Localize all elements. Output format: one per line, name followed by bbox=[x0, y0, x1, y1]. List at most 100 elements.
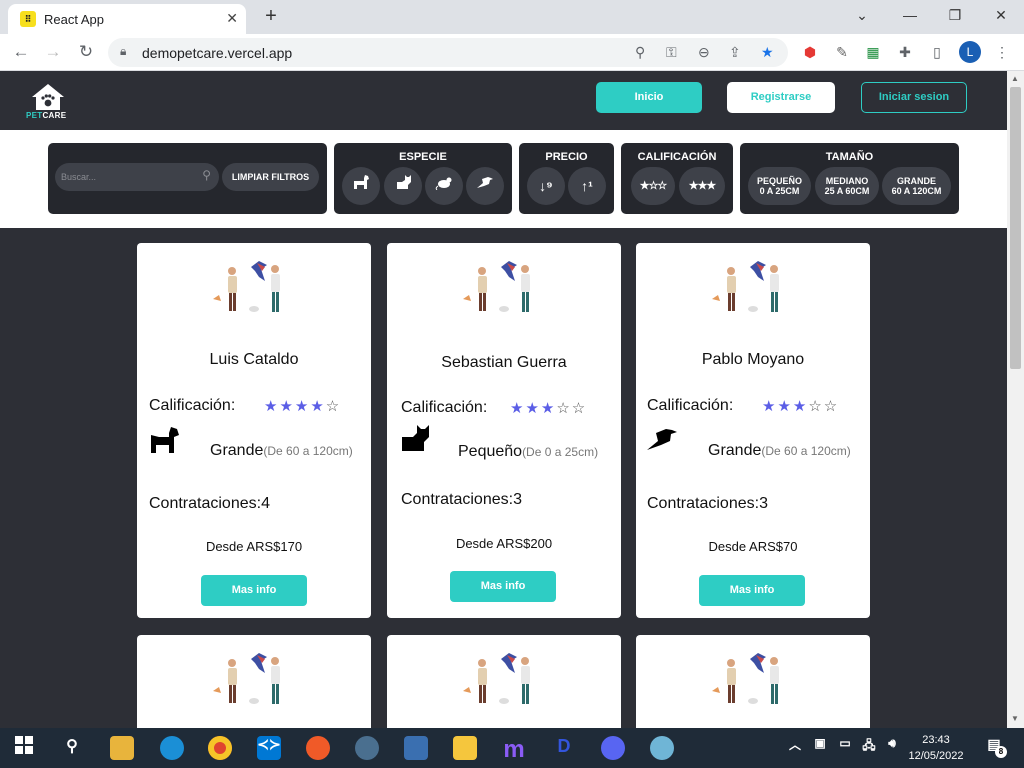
postgresql-icon[interactable] bbox=[355, 736, 379, 760]
scrollbar-thumb[interactable] bbox=[1010, 87, 1021, 369]
rodent-filter-icon[interactable] bbox=[425, 167, 463, 205]
caregiver-card bbox=[636, 635, 870, 728]
caregiver-name: Sebastian Guerra bbox=[441, 354, 567, 371]
cat-icon bbox=[402, 425, 429, 451]
omnibox[interactable]: 🔒︎ demopetcare.vercel.app ⚲ ⚿ ⊖ ⇪ ★ bbox=[108, 38, 788, 67]
more-info-button[interactable]: Mas info bbox=[699, 575, 805, 606]
price-from: Desde ARS$200 bbox=[455, 536, 553, 551]
forward-icon[interactable]: → bbox=[42, 42, 64, 64]
zoom-icon[interactable]: ⊖ bbox=[698, 44, 710, 61]
react-app-favicon-icon: ⠿ bbox=[20, 11, 36, 27]
hire-count: Contrataciones:3 bbox=[647, 495, 768, 512]
tab-search-chevron-icon[interactable]: ⌄ bbox=[842, 4, 882, 28]
edge-icon[interactable] bbox=[160, 736, 184, 760]
size-medium-label: MEDIANO bbox=[825, 176, 869, 186]
dog-icon bbox=[151, 427, 179, 453]
pet-size-range: (De 60 a 120cm) bbox=[761, 444, 851, 458]
sort-ascending-icon[interactable]: ↓⁹ bbox=[527, 167, 565, 205]
rating-label: Calificación: bbox=[149, 397, 236, 414]
inicio-button[interactable]: Inicio bbox=[596, 82, 702, 113]
rating-low-button[interactable]: ★☆☆ bbox=[631, 167, 675, 205]
people-with-pets-illustration bbox=[213, 261, 280, 312]
chrome-icon[interactable] bbox=[208, 736, 232, 760]
site-navbar: PETCARE Inicio Registrarse Iniciar sesio… bbox=[0, 71, 1007, 130]
pet-size: Grande(De 60 a 120cm) bbox=[708, 442, 851, 459]
page-scrollbar[interactable]: ▲ ▼ bbox=[1007, 71, 1024, 728]
back-icon[interactable]: ← bbox=[10, 42, 32, 64]
postman-icon[interactable] bbox=[306, 736, 330, 760]
discord-icon[interactable] bbox=[601, 736, 625, 760]
tab-close-icon[interactable]: ✕ bbox=[226, 10, 238, 27]
tray-chevron-icon[interactable]: ︿ bbox=[783, 736, 807, 760]
price-filter-title: PRECIO bbox=[545, 151, 588, 163]
pet-size-range: (De 60 a 120cm) bbox=[263, 444, 353, 458]
restore-icon[interactable]: ❐ bbox=[935, 4, 975, 28]
browser-tab-strip: ⠿ React App ✕ + ⌄ — ❐ ✕ bbox=[0, 0, 1024, 34]
extensions-puzzle-icon[interactable]: ✚ bbox=[896, 43, 914, 61]
pet-size: Pequeño(De 0 a 25cm) bbox=[458, 443, 599, 460]
side-panel-icon[interactable]: ▯ bbox=[928, 43, 946, 61]
page-viewport: PETCARE Inicio Registrarse Iniciar sesio… bbox=[0, 71, 1007, 728]
vscode-icon[interactable]: ≺≻ bbox=[257, 736, 281, 760]
people-with-pets-illustration bbox=[213, 653, 280, 704]
sort-descending-icon[interactable]: ↑¹ bbox=[568, 167, 606, 205]
bird-filter-icon[interactable] bbox=[466, 167, 504, 205]
notification-center-icon[interactable]: ▤ 8 bbox=[982, 736, 1007, 760]
python-idle-icon[interactable] bbox=[404, 736, 428, 760]
url-text: demopetcare.vercel.app bbox=[142, 45, 293, 61]
reload-icon[interactable]: ↻ bbox=[75, 42, 97, 64]
species-filter-box: ESPECIE bbox=[334, 143, 512, 214]
address-toolbar: ← → ↻ 🔒︎ demopetcare.vercel.app ⚲ ⚿ ⊖ ⇪ … bbox=[0, 34, 1024, 71]
clear-filters-button[interactable]: LIMPIAR FILTROS bbox=[222, 163, 319, 191]
minimize-icon[interactable]: — bbox=[890, 4, 930, 28]
browser-tab[interactable]: ⠿ React App ✕ bbox=[8, 4, 246, 34]
key-icon[interactable]: ⚿ bbox=[666, 44, 677, 61]
rating-high-button[interactable]: ★★★ bbox=[679, 167, 725, 205]
location-icon[interactable]: ⚲ bbox=[635, 44, 645, 61]
scroll-up-icon[interactable]: ▲ bbox=[1011, 74, 1019, 83]
search-input[interactable] bbox=[61, 169, 191, 185]
dog-filter-icon[interactable] bbox=[342, 167, 380, 205]
iniciar-sesion-button[interactable]: Iniciar sesion bbox=[861, 82, 967, 113]
caregiver-name: Luis Cataldo bbox=[209, 351, 299, 368]
pet-size: Grande(De 60 a 120cm) bbox=[210, 442, 353, 459]
scroll-down-icon[interactable]: ▼ bbox=[1011, 714, 1019, 723]
profile-avatar[interactable]: L bbox=[959, 41, 981, 63]
taskbar-search-icon[interactable]: ⚲ bbox=[60, 736, 84, 760]
bookmark-star-icon[interactable]: ★ bbox=[761, 44, 774, 61]
tray-network-icon[interactable]: 🖧︎ bbox=[857, 736, 881, 760]
size-small-button[interactable]: PEQUEÑO 0 A 25CM bbox=[748, 167, 811, 205]
windows-start-icon[interactable] bbox=[12, 736, 36, 760]
cat-filter-icon[interactable] bbox=[384, 167, 422, 205]
extension-stop-icon[interactable]: ⬢ bbox=[801, 43, 819, 61]
search-field[interactable]: ⚲ bbox=[55, 163, 219, 191]
file-explorer-icon[interactable] bbox=[110, 736, 134, 760]
caregiver-card bbox=[387, 635, 621, 728]
tray-display-icon[interactable]: ▭ bbox=[833, 736, 857, 760]
people-with-pets-illustration bbox=[463, 653, 530, 704]
more-info-button[interactable]: Mas info bbox=[201, 575, 307, 606]
caregiver-card: Luis Cataldo Calificación: ★★★★☆ Grande(… bbox=[137, 243, 371, 618]
window-close-icon[interactable]: ✕ bbox=[981, 4, 1021, 28]
extension-translate-icon[interactable]: ▦ bbox=[864, 43, 882, 61]
browser-menu-icon[interactable]: ⋮ bbox=[993, 43, 1011, 61]
tray-camera-icon[interactable]: ▣ bbox=[808, 736, 832, 760]
more-info-button[interactable]: Mas info bbox=[450, 571, 556, 602]
registrarse-button[interactable]: Registrarse bbox=[727, 82, 835, 113]
size-medium-button[interactable]: MEDIANO 25 A 60CM bbox=[815, 167, 879, 205]
new-tab-icon[interactable]: + bbox=[258, 4, 284, 30]
price-filter-box: PRECIO ↓⁹ ↑¹ bbox=[519, 143, 614, 214]
hire-count: Contrataciones:3 bbox=[401, 491, 522, 508]
caregiver-card: Pablo Moyano Calificación: ★★★☆☆ Grande(… bbox=[636, 243, 870, 618]
python-icon[interactable] bbox=[453, 736, 477, 760]
tray-volume-icon[interactable]: 🔊︎ bbox=[880, 736, 904, 760]
system-clock[interactable]: 23:43 12/05/2022 bbox=[903, 732, 969, 764]
mercury-icon[interactable]: m bbox=[502, 736, 526, 763]
petcare-logo[interactable]: PETCARE bbox=[26, 83, 70, 123]
disney-plus-icon[interactable]: D bbox=[552, 736, 576, 760]
share-icon[interactable]: ⇪ bbox=[729, 44, 741, 61]
paint-icon[interactable] bbox=[650, 736, 674, 760]
size-large-button[interactable]: GRANDE 60 A 120CM bbox=[882, 167, 951, 205]
extension-tool-icon[interactable]: ✎ bbox=[833, 43, 851, 61]
search-icon[interactable]: ⚲ bbox=[202, 168, 211, 182]
